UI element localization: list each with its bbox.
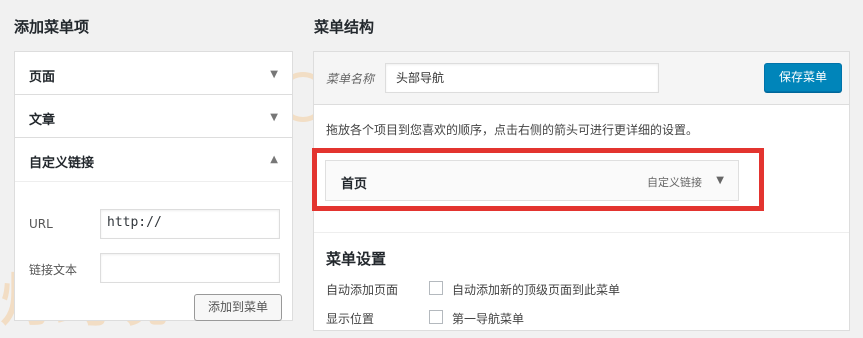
primary-menu-checkbox[interactable] — [429, 310, 443, 324]
add-menu-items-title: 添加菜单项 — [14, 18, 90, 36]
chevron-up-icon[interactable]: ▲ — [270, 154, 278, 165]
url-input[interactable]: http:// — [100, 209, 280, 239]
menu-instructions: 拖放各个项目到您喜欢的顺序，点击右侧的箭头可进行更详细的设置。 — [326, 123, 699, 137]
auto-add-checkbox[interactable] — [429, 281, 443, 295]
primary-menu-checkbox-label[interactable]: 第一导航菜单 — [452, 310, 524, 327]
link-text-input[interactable] — [100, 253, 280, 283]
add-to-menu-button[interactable]: 添加到菜单 — [194, 294, 282, 321]
auto-add-checkbox-label[interactable]: 自动添加新的顶级页面到此菜单 — [452, 281, 620, 298]
link-text-label: 链接文本 — [29, 263, 78, 277]
setting-label-auto-add: 自动添加页面 — [326, 283, 399, 297]
chevron-down-icon[interactable]: ▼ — [270, 112, 278, 123]
divider — [314, 232, 849, 233]
accordion-label: 文章 — [29, 113, 56, 128]
accordion-pages[interactable]: 页面 ▼ — [14, 51, 293, 95]
menu-name-label: 菜单名称 — [326, 72, 375, 86]
url-label: URL — [29, 217, 53, 231]
menu-name-input[interactable]: 头部导航 — [385, 63, 659, 93]
accordion-label: 页面 — [29, 70, 56, 85]
setting-label-display-location: 显示位置 — [326, 312, 375, 326]
save-menu-button[interactable]: 保存菜单 — [764, 63, 842, 92]
menu-settings-title: 菜单设置 — [326, 250, 387, 268]
chevron-down-icon[interactable]: ▼ — [716, 175, 724, 186]
menu-item-title: 首页 — [341, 177, 368, 192]
accordion-posts[interactable]: 文章 ▼ — [14, 94, 293, 138]
chevron-down-icon[interactable]: ▼ — [270, 69, 278, 80]
menu-structure-title: 菜单结构 — [314, 18, 375, 36]
accordion-label: 自定义链接 — [29, 156, 95, 171]
menu-item-home[interactable]: 首页 自定义链接 ▼ — [325, 160, 739, 201]
menu-item-type: 自定义链接 — [647, 176, 702, 189]
